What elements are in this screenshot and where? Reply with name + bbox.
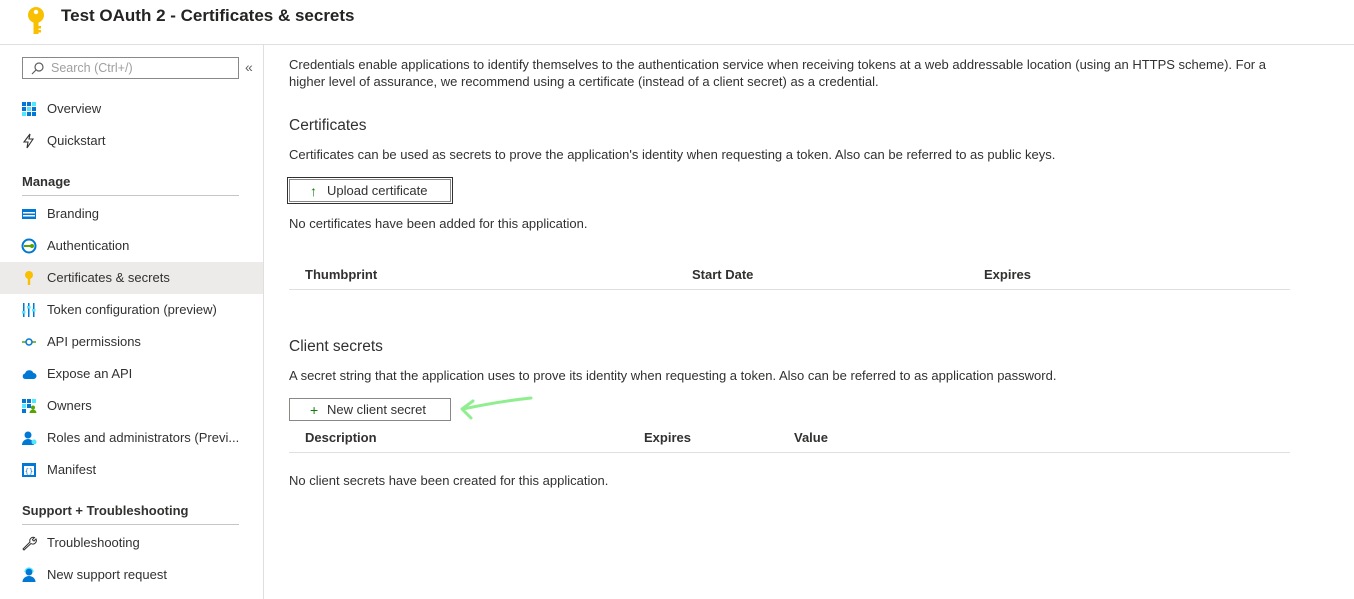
sidebar-item-new-support-request[interactable]: New support request (0, 559, 263, 591)
column-header-description: Description (305, 430, 377, 445)
manifest-icon: {} (22, 463, 36, 477)
section-heading-manage: Manage (22, 172, 239, 196)
page-title: Test OAuth 2 - Certificates & secrets (61, 6, 355, 25)
key-icon (25, 271, 33, 285)
overview-icon (22, 102, 36, 116)
column-header-expires: Expires (644, 430, 691, 445)
roles-icon (22, 431, 37, 445)
collapse-sidebar-button[interactable]: « (245, 59, 253, 75)
certificates-heading: Certificates (289, 117, 367, 134)
button-label: New client secret (327, 402, 426, 417)
sidebar-item-expose-an-api[interactable]: Expose an API (0, 358, 263, 390)
column-header-thumbprint: Thumbprint (305, 267, 378, 282)
section-heading-support: Support + Troubleshooting (22, 501, 239, 525)
sidebar-item-quickstart[interactable]: Quickstart (0, 125, 263, 157)
section-heading-label: Support + Troubleshooting (22, 503, 189, 518)
search-input[interactable] (51, 60, 231, 76)
client-secrets-table-header: Description Expires Value (289, 425, 1290, 453)
sidebar-item-label: Overview (47, 101, 102, 116)
svg-text:{}: {} (25, 468, 33, 476)
sidebar-item-api-permissions[interactable]: API permissions (0, 326, 263, 358)
token-config-icon (22, 303, 36, 317)
key-icon (28, 7, 44, 34)
quickstart-icon (22, 133, 35, 149)
sidebar-item-label: Authentication (47, 238, 130, 253)
sidebar-item-certificates-secrets[interactable]: Certificates & secrets (0, 262, 263, 294)
owners-icon (22, 399, 37, 413)
sidebar-search[interactable] (22, 57, 239, 79)
annotation-arrow-icon (460, 396, 533, 420)
sidebar-item-label: Roles and administrators (Previ... (47, 430, 240, 445)
plus-icon: + (310, 402, 319, 418)
sidebar-item-label: Token configuration (preview) (47, 302, 217, 317)
sidebar-item-roles-administrators[interactable]: Roles and administrators (Previ... (0, 422, 263, 454)
sidebar-item-label: Quickstart (47, 133, 106, 148)
authentication-icon (21, 238, 37, 254)
intro-text: Credentials enable applications to ident… (289, 57, 1266, 89)
sidebar-item-label: New support request (47, 567, 167, 582)
sidebar: « Overview Quickstart Manage Branding Au… (0, 45, 264, 599)
wrench-icon (22, 536, 37, 551)
sidebar-item-label: Branding (47, 206, 100, 221)
search-icon (31, 62, 44, 75)
no-client-secrets-message: No client secrets have been created for … (289, 473, 609, 488)
sidebar-item-label: API permissions (47, 334, 141, 349)
sidebar-item-branding[interactable]: Branding (0, 198, 263, 230)
column-header-start-date: Start Date (692, 267, 754, 282)
sidebar-item-owners[interactable]: Owners (0, 390, 263, 422)
certificates-description: Certificates can be used as secrets to p… (289, 147, 1056, 162)
sidebar-item-label: Certificates & secrets (47, 270, 170, 285)
sidebar-item-overview[interactable]: Overview (0, 93, 263, 125)
column-header-expires: Expires (984, 267, 1031, 282)
column-header-value: Value (794, 430, 828, 445)
branding-icon (22, 209, 36, 219)
cloud-icon (22, 370, 37, 379)
upload-certificate-button[interactable]: ↑ Upload certificate (287, 177, 453, 204)
client-secrets-description: A secret string that the application use… (289, 368, 1057, 383)
section-heading-label: Manage (22, 174, 71, 189)
sidebar-item-label: Troubleshooting (47, 535, 140, 550)
client-secrets-heading: Client secrets (289, 338, 383, 355)
sidebar-item-label: Manifest (47, 462, 97, 477)
support-person-icon (22, 567, 36, 582)
sidebar-item-manifest[interactable]: {} Manifest (0, 454, 263, 486)
page-header: Test OAuth 2 - Certificates & secrets (0, 0, 1354, 45)
sidebar-item-troubleshooting[interactable]: Troubleshooting (0, 527, 263, 559)
button-label: Upload certificate (327, 183, 428, 198)
sidebar-item-label: Owners (47, 398, 92, 413)
certificates-table-header: Thumbprint Start Date Expires (289, 262, 1290, 290)
sidebar-item-authentication[interactable]: Authentication (0, 230, 263, 262)
upload-arrow-icon: ↑ (310, 183, 317, 199)
sidebar-item-label: Expose an API (47, 366, 133, 381)
sidebar-item-token-configuration[interactable]: Token configuration (preview) (0, 294, 263, 326)
no-certificates-message: No certificates have been added for this… (289, 216, 588, 231)
api-permissions-icon (22, 338, 36, 346)
new-client-secret-button[interactable]: + New client secret (289, 398, 451, 421)
